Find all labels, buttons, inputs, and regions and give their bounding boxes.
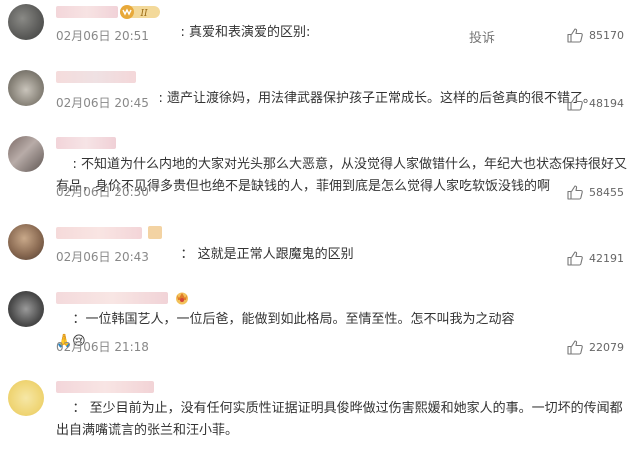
comment-prefix: ：	[72, 312, 86, 327]
comment-text: : 不知道为什么内地的大家对光头那么大恶意，从没觉得人家做错什么，年纪大也状态保…	[56, 132, 628, 220]
like-count: 42191	[589, 252, 624, 265]
avatar[interactable]	[8, 380, 44, 416]
comment-text: ： 至少目前为止，没有任何实质性证据证明具俊晔做过伤害熙媛和她家人的事。一切坏的…	[56, 376, 628, 464]
comment-prefix: :	[158, 91, 168, 106]
svg-text:II: II	[139, 9, 148, 19]
like-button[interactable]: 42191	[567, 251, 624, 266]
comment-time: 02月06日 20:50	[56, 185, 149, 199]
comment-body: 这就是正常人跟魔鬼的区别	[197, 247, 354, 262]
avatar[interactable]	[8, 4, 44, 40]
comment-time: 02月06日 21:18	[56, 340, 149, 354]
thumbs-up-icon	[567, 251, 583, 266]
comment-prefix: ：	[72, 401, 90, 416]
thumbs-up-icon	[567, 340, 583, 355]
like-count: 22079	[589, 341, 624, 354]
comment-time: 02月06日 20:43	[56, 250, 149, 264]
avatar[interactable]	[8, 70, 44, 106]
thumbs-up-icon	[567, 28, 583, 43]
like-button[interactable]: 85170	[567, 28, 624, 43]
username-blurred[interactable]	[56, 71, 136, 83]
like-count: 85170	[589, 29, 624, 42]
avatar[interactable]	[8, 291, 44, 327]
avatar[interactable]	[8, 136, 44, 172]
comment-text: : 遗产让渡徐妈，用法律武器保护孩子正常成长。这样的后爸真的很不错了。	[142, 66, 628, 132]
like-count: 48194	[589, 97, 624, 110]
complain-button[interactable]: 投诉	[469, 27, 495, 46]
comment-text: ： 这就是正常人跟魔鬼的区别	[164, 222, 624, 288]
thumbs-up-icon	[567, 96, 583, 111]
like-button[interactable]: 48194	[567, 96, 624, 111]
vip-badge-icon: II	[120, 4, 162, 24]
comment-time: 02月06日 20:51	[56, 29, 149, 43]
comment-body: 遗产让渡徐妈，用法律武器保护孩子正常成长。这样的后爸真的很不错了。	[167, 91, 597, 106]
thumbs-up-icon	[567, 185, 583, 200]
comment-text: : 真爱和表演爱的区别:	[164, 0, 624, 66]
comment-time: 02月06日 20:45	[56, 96, 149, 110]
comment-prefix: :	[72, 157, 82, 172]
like-count: 58455	[589, 186, 624, 199]
username-blurred[interactable]	[56, 227, 142, 239]
avatar[interactable]	[8, 224, 44, 260]
username-blurred[interactable]	[56, 6, 118, 18]
comment-body: 真爱和表演爱的区别:	[189, 25, 311, 40]
comment-prefix: ：	[180, 247, 198, 262]
like-button[interactable]: 58455	[567, 185, 624, 200]
like-button[interactable]: 22079	[567, 340, 624, 355]
level-badge-icon	[148, 226, 162, 239]
comment-text: ：一位韩国艺人，一位后爸，能做到如此格局。至情至性。怎不叫我为之动容 🙏😢	[56, 287, 628, 375]
comment-prefix: :	[180, 25, 190, 40]
comment-body: 至少目前为止，没有任何实质性证据证明具俊晔做过伤害熙媛和她家人的事。一切坏的传闻…	[56, 401, 623, 438]
comment-body: 一位韩国艺人，一位后爸，能做到如此格局。至情至性。怎不叫我为之动容	[85, 312, 515, 327]
